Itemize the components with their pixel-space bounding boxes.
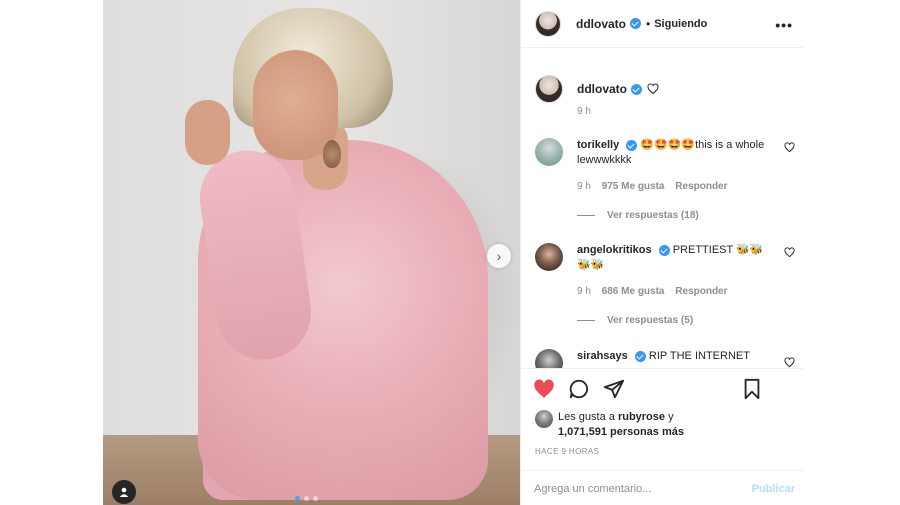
- verified-badge-icon: [634, 350, 646, 362]
- verified-badge-icon: [631, 83, 642, 95]
- comment-item: torikelly 🤩🤩🤩🤩this is a whole lewwwkkkk …: [535, 138, 795, 228]
- likes-summary: Les gusta a rubyrose y 1,071,591 persona…: [535, 408, 795, 442]
- photo-earring: [323, 140, 341, 168]
- author-avatar[interactable]: [535, 10, 561, 37]
- replies-divider: [577, 215, 595, 216]
- view-replies-button[interactable]: Ver respuestas (18): [577, 210, 699, 221]
- comment-likes[interactable]: 686 Me gusta: [602, 286, 665, 297]
- comment-text: torikelly 🤩🤩🤩🤩this is a whole lewwwkkkk: [577, 138, 767, 168]
- comment-avatar[interactable]: [535, 349, 563, 368]
- heart-outline-icon[interactable]: [647, 83, 659, 95]
- post-timestamp[interactable]: HACE 9 HORAS: [535, 447, 599, 456]
- comment-item: sirahsays RIP THE INTERNET: [535, 349, 795, 368]
- chevron-right-icon: ›: [496, 248, 502, 264]
- comment-composer: Agrega un comentario... Publicar: [521, 470, 803, 505]
- comment-username[interactable]: torikelly: [577, 139, 619, 151]
- verified-badge-icon: [658, 244, 670, 256]
- carousel-dot: [304, 496, 309, 501]
- following-status-button[interactable]: Siguiendo: [654, 18, 707, 30]
- reply-button[interactable]: Responder: [675, 181, 727, 192]
- more-options-button[interactable]: •••: [775, 17, 793, 33]
- likes-connector: y: [668, 411, 674, 423]
- comments-section[interactable]: ddlovato 9 h torikelly 🤩🤩🤩🤩this is a who…: [521, 48, 803, 368]
- comment-like-icon[interactable]: [784, 247, 795, 258]
- publish-button[interactable]: Publicar: [752, 483, 795, 495]
- verified-badge-icon: [626, 139, 638, 151]
- comment-meta: 9 h 686 Me gusta Responder: [577, 286, 736, 297]
- verified-badge-icon: [630, 18, 641, 29]
- comment-text: angelokritikos PRETTIEST 🐝🐝🐝🐝: [577, 243, 767, 273]
- likes-prefix: Les gusta a: [558, 411, 615, 423]
- comment-input[interactable]: Agrega un comentario...: [534, 483, 651, 495]
- action-bar: [521, 368, 803, 406]
- liker-username[interactable]: rubyrose: [618, 411, 665, 423]
- comment-body: RIP THE INTERNET: [648, 350, 750, 362]
- comment-time: 9 h: [577, 286, 591, 297]
- comment-username[interactable]: angelokritikos: [577, 244, 652, 256]
- comment-item: angelokritikos PRETTIEST 🐝🐝🐝🐝 9 h 686 Me…: [535, 243, 795, 333]
- post-header: ddlovato • Siguiendo •••: [521, 0, 803, 48]
- view-replies-label: Ver respuestas (5): [607, 315, 694, 326]
- carousel-indicator: [295, 496, 318, 501]
- comment-icon[interactable]: [568, 378, 590, 400]
- caption-avatar[interactable]: [535, 75, 563, 103]
- view-replies-button[interactable]: Ver respuestas (5): [577, 315, 693, 326]
- carousel-dot: [295, 496, 300, 501]
- likes-count[interactable]: 1,071,591 personas más: [558, 426, 684, 438]
- tagged-people-button[interactable]: [112, 480, 136, 504]
- bookmark-icon[interactable]: [741, 378, 763, 400]
- person-tag-icon: [119, 487, 129, 497]
- comment-text: sirahsays RIP THE INTERNET: [577, 349, 767, 364]
- reply-button[interactable]: Responder: [675, 286, 727, 297]
- view-replies-label: Ver respuestas (18): [607, 210, 699, 221]
- author-username[interactable]: ddlovato: [576, 17, 626, 31]
- likes-line: Les gusta a rubyrose y: [558, 411, 674, 423]
- header-separator: •: [646, 16, 651, 31]
- comment-like-icon[interactable]: [784, 142, 795, 153]
- comment-avatar[interactable]: [535, 243, 563, 271]
- post-caption: ddlovato: [535, 75, 659, 103]
- comment-time: 9 h: [577, 181, 591, 192]
- comment-meta: 9 h 975 Me gusta Responder: [577, 181, 736, 192]
- caption-time: 9 h: [577, 106, 591, 117]
- caption-username[interactable]: ddlovato: [577, 82, 627, 96]
- replies-divider: [577, 320, 595, 321]
- carousel-next-button[interactable]: ›: [487, 244, 511, 268]
- comment-avatar[interactable]: [535, 138, 563, 166]
- photo-hand: [185, 100, 230, 165]
- comment-like-icon[interactable]: [784, 357, 795, 368]
- comment-username[interactable]: sirahsays: [577, 350, 628, 362]
- liker-avatar[interactable]: [535, 410, 553, 428]
- instagram-post-view: › ddlovato • Siguiendo ••• ddlovato 9 h …: [0, 0, 900, 505]
- carousel-dot: [313, 496, 318, 501]
- heart-filled-icon[interactable]: [533, 378, 555, 400]
- comment-likes[interactable]: 975 Me gusta: [602, 181, 665, 192]
- post-side-panel: ddlovato • Siguiendo ••• ddlovato 9 h to…: [520, 0, 803, 505]
- post-photo[interactable]: ›: [103, 0, 520, 505]
- share-icon[interactable]: [603, 378, 625, 400]
